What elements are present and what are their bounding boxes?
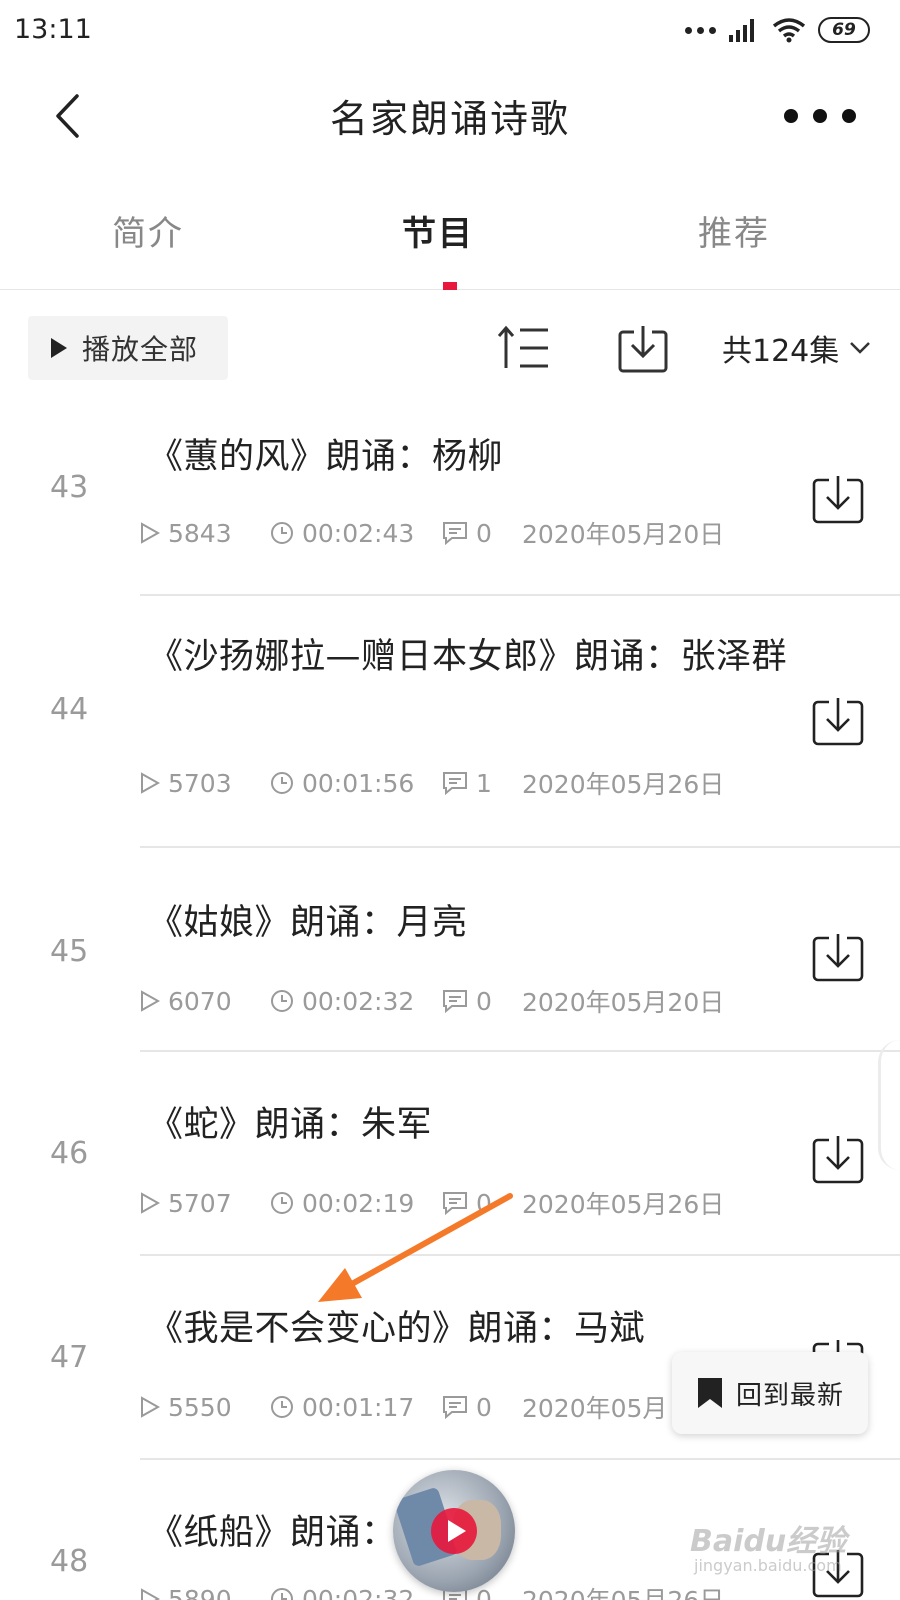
episode-plays: 5890 [168,1584,232,1600]
episode-row[interactable]: 43 《蕙的风》朗诵：杨柳 5843 00:02:43 0 2020年05月20… [0,420,900,596]
play-outline-icon [141,1192,160,1214]
episode-row[interactable]: 44 《沙扬娜拉—赠日本女郎》朗诵：张泽群 5703 00:01:56 1 20… [0,596,900,848]
episode-meta: 5843 00:02:43 0 2020年05月20日 [140,518,725,549]
episode-date: 2020年05月 [522,1394,668,1423]
episode-plays: 5843 [168,518,232,548]
episode-meta: 5550 00:01:17 0 2020年05月 [140,1392,668,1423]
more-dot [813,109,827,123]
episode-number: 44 [50,692,89,727]
episode-date: 2020年05月26日 [522,1190,725,1219]
episode-plays: 5703 [168,768,232,798]
episode-title: 《沙扬娜拉—赠日本女郎》朗诵：张泽群 [148,637,788,677]
clock-icon [271,1396,293,1418]
episode-comments: 0 [476,1188,492,1218]
list-toolbar: 播放全部 共124集 [0,316,900,380]
episode-count-dropdown[interactable]: 共124集 [722,326,871,370]
play-outline-icon [141,1588,160,1600]
signal-icon [729,19,754,42]
play-outline-icon [141,990,160,1012]
episode-plays: 5707 [168,1188,232,1218]
episode-count-label: 共124集 [722,334,840,369]
comment-icon [443,1396,467,1419]
episode-comments: 0 [476,518,492,548]
download-icon[interactable] [812,472,864,524]
play-all-label: 播放全部 [82,333,199,366]
episode-duration: 00:01:56 [302,768,415,798]
episode-date: 2020年05月26日 [522,770,725,799]
episode-row[interactable]: 45 《姑娘》朗诵：月亮 6070 00:02:32 0 2020年05月20日 [0,848,900,1052]
episode-duration: 00:01:17 [302,1392,415,1422]
active-tab-indicator [443,282,457,290]
episode-date: 2020年05月20日 [522,988,725,1017]
header: 名家朗诵诗歌 [0,62,900,172]
status-time: 13:11 [14,14,92,45]
back-to-latest-label: 回到最新 [736,1380,845,1411]
page-title: 名家朗诵诗歌 [329,97,570,141]
episode-number: 45 [50,934,89,969]
episode-title: 《姑娘》朗诵：月亮 [148,903,468,943]
battery-icon: 69 [818,17,870,43]
bookmark-icon [698,1378,722,1408]
wifi-icon [772,18,806,43]
status-bar: 13:11 69 [0,0,900,62]
episode-meta: 5703 00:01:56 1 2020年05月26日 [140,768,725,799]
comment-icon [443,522,467,545]
episode-number: 47 [50,1340,89,1375]
episode-plays: 5550 [168,1392,232,1422]
notification-dots-icon [685,26,716,34]
watermark-url: jingyan.baidu.com [694,1556,842,1575]
mini-player[interactable] [393,1470,515,1592]
comment-icon [443,990,467,1013]
watermark-logo: Baidu经验 [690,1524,847,1559]
play-icon[interactable] [429,1506,479,1556]
back-to-latest-button[interactable]: 回到最新 [672,1352,868,1434]
download-icon[interactable] [812,694,864,746]
play-outline-icon [141,522,160,544]
more-dot [842,109,856,123]
tab-programs[interactable]: 节目 [402,206,474,255]
episode-meta: 6070 00:02:32 0 2020年05月20日 [140,986,725,1017]
tab-bar: 简介 节目 推荐 [0,190,900,290]
episode-title: 《蛇》朗诵：朱军 [148,1105,433,1145]
play-outline-icon [141,1396,160,1418]
episode-comments: 0 [476,986,492,1016]
episode-comments: 1 [476,768,492,798]
episode-duration: 00:02:43 [302,518,415,548]
tab-intro[interactable]: 简介 [112,206,184,255]
clock-icon [271,772,293,794]
scroll-edge-indicator [878,1040,900,1170]
tab-recommend[interactable]: 推荐 [698,206,770,255]
play-icon [51,338,67,358]
episode-duration: 00:02:32 [302,1584,415,1600]
episode-meta: 5707 00:02:19 0 2020年05月26日 [140,1188,725,1219]
download-icon[interactable] [812,1132,864,1184]
episode-title: 《我是不会变心的》朗诵：马斌 [148,1309,646,1349]
comment-icon [443,772,467,795]
clock-icon [271,1588,293,1600]
episode-date: 2020年05月20日 [522,520,725,549]
chevron-down-icon [850,342,871,354]
episode-number: 46 [50,1136,89,1171]
comment-icon [443,1192,467,1215]
download-icon[interactable] [812,930,864,982]
clock-icon [271,1192,293,1214]
episode-plays: 6070 [168,986,232,1016]
episode-title: 《蕙的风》朗诵：杨柳 [148,437,504,477]
episode-date: 2020年05月26日 [522,1581,724,1600]
more-dot [784,109,798,123]
episode-number: 43 [50,470,89,505]
clock-icon [271,522,293,544]
play-all-button[interactable]: 播放全部 [28,316,228,380]
sort-icon[interactable] [498,324,550,372]
episode-row[interactable]: 46 《蛇》朗诵：朱军 5707 00:02:19 0 2020年05月26日 [0,1052,900,1256]
episode-duration: 00:02:32 [302,986,415,1016]
episode-duration: 00:02:19 [302,1188,415,1218]
play-outline-icon [141,772,160,794]
more-button[interactable] [784,96,856,136]
clock-icon [271,990,293,1012]
episode-number: 48 [50,1544,89,1579]
episode-comments: 0 [476,1392,492,1422]
status-icons: 69 [685,14,870,46]
download-all-icon[interactable] [618,322,668,374]
